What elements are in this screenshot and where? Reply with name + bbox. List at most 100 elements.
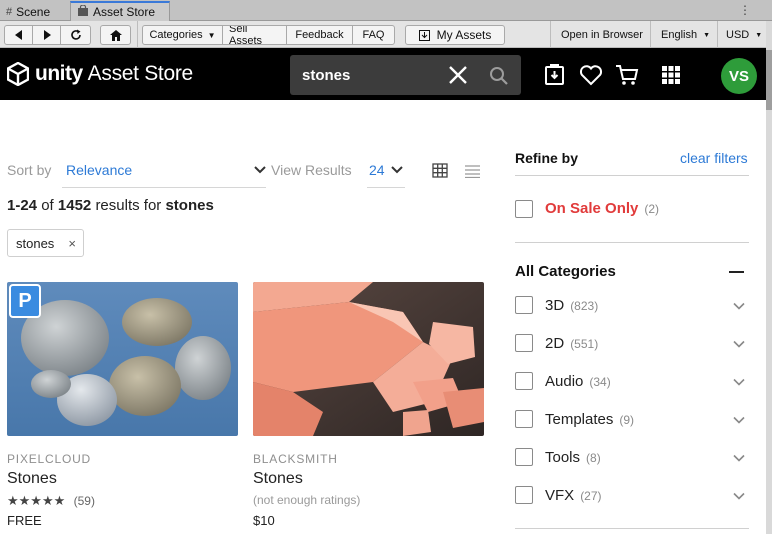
product-publisher[interactable]: BLACKSMITH	[253, 452, 338, 466]
results-for: results for	[95, 197, 162, 214]
chevron-down-icon[interactable]	[733, 376, 745, 388]
on-sale-checkbox[interactable]	[515, 200, 533, 218]
search-bar	[290, 55, 521, 95]
sort-by-label: Sort by	[7, 162, 52, 178]
clear-search-icon[interactable]	[446, 63, 470, 87]
store-header: unity Asset Store	[0, 48, 766, 100]
unity-cube-icon	[7, 62, 29, 86]
on-sale-label[interactable]: On Sale Only (2)	[545, 200, 659, 217]
search-input[interactable]	[302, 63, 442, 87]
currency-dropdown[interactable]: USD ▼	[726, 25, 762, 45]
forward-icon	[43, 30, 51, 40]
category-label: Templates	[545, 411, 614, 428]
product-card[interactable]: BLACKSMITH Stones (not enough ratings) $…	[253, 282, 484, 528]
product-price: $10	[253, 513, 275, 528]
unity-asset-store-logo[interactable]: unity Asset Store	[7, 62, 193, 86]
home-button[interactable]	[100, 25, 131, 45]
chevron-down-icon[interactable]	[733, 414, 745, 426]
nav-button-group	[4, 25, 91, 45]
category-templates[interactable]: Templates (9)	[545, 411, 634, 428]
category-audio[interactable]: Audio (34)	[545, 373, 611, 390]
remove-filter-icon[interactable]: ×	[68, 236, 76, 251]
category-checkbox-templates[interactable]	[515, 410, 533, 428]
chevron-down-icon[interactable]	[254, 166, 266, 174]
category-vfx[interactable]: VFX (27)	[545, 487, 602, 504]
view-results-dropdown[interactable]: 24	[369, 162, 385, 178]
category-tools[interactable]: Tools (8)	[545, 449, 601, 466]
forward-button[interactable]	[33, 26, 61, 44]
apps-grid-icon[interactable]	[658, 62, 684, 88]
collapse-minus-icon[interactable]	[729, 271, 744, 273]
product-price: FREE	[7, 513, 42, 528]
caret-down-icon: ▼	[755, 31, 763, 39]
tab-scene-label: Scene	[16, 4, 51, 19]
wishlist-heart-icon[interactable]	[578, 62, 604, 88]
rating-stars: ★★★★★	[7, 493, 66, 508]
language-dropdown[interactable]: English ▼	[661, 25, 710, 45]
language-value: English	[661, 29, 698, 41]
category-count: (823)	[570, 299, 599, 313]
list-view-icon[interactable]	[464, 164, 481, 178]
currency-value: USD	[726, 29, 750, 41]
cart-icon[interactable]	[614, 62, 640, 88]
sort-dropdown[interactable]: Relevance	[66, 162, 132, 178]
category-label: 3D	[545, 297, 565, 314]
faq-link[interactable]: FAQ	[353, 26, 394, 44]
category-3d[interactable]: 3D (823)	[545, 297, 598, 314]
chevron-down-icon[interactable]	[733, 452, 745, 464]
on-sale-text: On Sale Only	[545, 200, 639, 217]
product-rating: ★★★★★ (59)	[7, 493, 95, 509]
tab-scene[interactable]: # Scene	[0, 2, 66, 21]
categories-menu[interactable]: Categories ▼	[143, 26, 223, 44]
product-card[interactable]: P PIXELCLOUD Stones ★★★★★ (59) FREE	[7, 282, 238, 528]
results-query: stones	[165, 197, 214, 214]
chevron-down-icon[interactable]	[733, 490, 745, 502]
toolbar-divider-2	[550, 21, 551, 48]
category-checkbox-vfx[interactable]	[515, 486, 533, 504]
product-thumbnail[interactable]: P	[7, 282, 238, 436]
my-assets-button[interactable]: My Assets	[405, 25, 505, 45]
search-icon[interactable]	[488, 65, 510, 87]
category-label: Tools	[545, 449, 581, 466]
caret-down-icon: ▼	[703, 31, 711, 39]
feedback-label: Feedback	[295, 29, 344, 41]
chevron-down-icon[interactable]	[733, 338, 745, 350]
reload-button[interactable]	[61, 26, 90, 44]
product-name[interactable]: Stones	[7, 470, 57, 488]
scrollbar-thumb[interactable]	[766, 50, 772, 110]
product-thumbnail[interactable]	[253, 282, 484, 436]
open-in-browser-label: Open in Browser	[561, 29, 643, 41]
results-summary: 1-24 of 1452 results for stones	[7, 197, 214, 214]
my-assets-label: My Assets	[436, 28, 492, 42]
sell-assets-link[interactable]: Sell Assets	[223, 26, 287, 44]
back-button[interactable]	[5, 26, 33, 44]
sidebar-divider	[515, 242, 749, 243]
product-name[interactable]: Stones	[253, 470, 303, 488]
rating-note: (not enough ratings)	[253, 493, 361, 507]
sell-assets-label: Sell Assets	[229, 25, 263, 45]
product-publisher[interactable]: PIXELCLOUD	[7, 452, 91, 466]
category-count: (8)	[586, 451, 601, 465]
back-icon	[14, 30, 22, 40]
toolbar-divider-4	[717, 21, 718, 48]
tab-asset-store[interactable]: Asset Store	[70, 1, 170, 21]
all-categories-heading[interactable]: All Categories	[515, 263, 616, 280]
toolbar-divider	[137, 21, 138, 48]
downloads-icon[interactable]	[542, 62, 568, 88]
category-2d[interactable]: 2D (551)	[545, 335, 598, 352]
category-label: VFX	[545, 487, 575, 504]
feedback-link[interactable]: Feedback	[287, 26, 353, 44]
category-checkbox-tools[interactable]	[515, 448, 533, 466]
category-checkbox-2d[interactable]	[515, 334, 533, 352]
grid-view-icon[interactable]	[432, 163, 448, 178]
chevron-down-icon[interactable]	[391, 166, 403, 174]
open-in-browser-button[interactable]: Open in Browser	[561, 25, 643, 45]
results-total: 1452	[57, 197, 92, 214]
home-icon	[109, 29, 122, 41]
category-checkbox-audio[interactable]	[515, 372, 533, 390]
chevron-down-icon[interactable]	[733, 300, 745, 312]
category-checkbox-3d[interactable]	[515, 296, 533, 314]
user-avatar[interactable]: VS	[721, 58, 757, 94]
tab-menu-icon[interactable]: ⋮	[739, 3, 751, 17]
clear-filters-link[interactable]: clear filters	[680, 150, 748, 166]
